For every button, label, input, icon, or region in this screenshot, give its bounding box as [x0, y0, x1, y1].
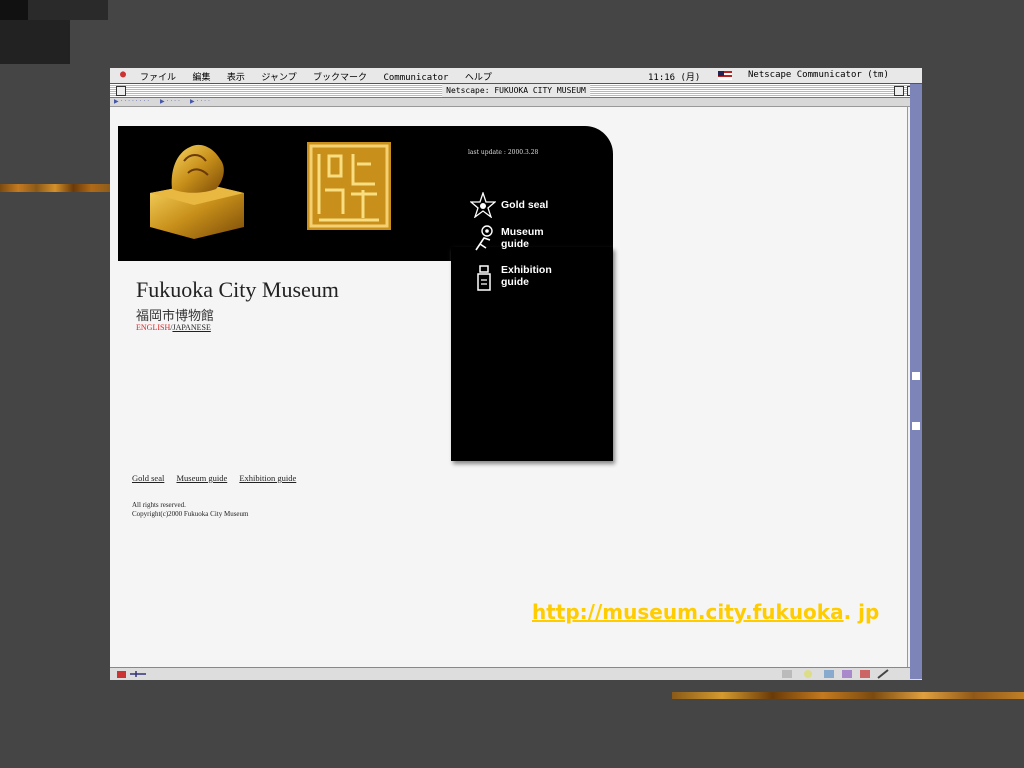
- status-bar: [110, 667, 922, 680]
- toolbar-tab-icon[interactable]: ▶ · · · · · · · ·: [114, 98, 149, 106]
- edge-marker: [912, 422, 920, 430]
- exhibition-guide-icon[interactable]: [474, 264, 494, 292]
- footer-link-exhibition-guide[interactable]: Exhibition guide: [239, 473, 296, 483]
- menu-item-edit[interactable]: 編集: [192, 73, 210, 83]
- site-title-japanese: 福岡市博物館: [136, 309, 215, 324]
- menu-item-go[interactable]: ジャンプ: [261, 73, 296, 83]
- nav-museum-guide[interactable]: Museum guide: [501, 226, 544, 250]
- rights-text: All rights reserved.: [132, 501, 186, 509]
- gold-seal-icon[interactable]: [470, 192, 496, 218]
- toolbar-tab-icon[interactable]: ▶ · · · ·: [160, 98, 180, 106]
- component-bar-icons[interactable]: [780, 669, 910, 679]
- url-caption: http://museum.city.fukuoka. jp: [532, 600, 879, 624]
- footer-link-gold-seal[interactable]: Gold seal: [132, 473, 164, 483]
- menu-item-communicator[interactable]: Communicator: [383, 73, 448, 83]
- zoom-box-icon[interactable]: [894, 86, 904, 96]
- footer-nav: Gold seal Museum guide Exhibition guide: [132, 473, 306, 483]
- copyright-block: All rights reserved. Copyright(c)2000 Fu…: [132, 501, 248, 519]
- menu-item-help[interactable]: ヘルプ: [465, 73, 492, 83]
- menu-item-file[interactable]: ファイル: [140, 73, 176, 83]
- apple-menu-icon[interactable]: ●: [120, 69, 126, 80]
- nav-exhibition-guide[interactable]: Exhibition guide: [501, 264, 552, 288]
- mac-screenshot: ● ファイル 編集 表示 ジャンプ ブックマーク Communicator ヘル…: [110, 68, 922, 680]
- menu-bar: ● ファイル 編集 表示 ジャンプ ブックマーク Communicator ヘル…: [110, 68, 922, 84]
- site-title: Fukuoka City Museum: [136, 277, 339, 302]
- gold-seal-image: [150, 144, 244, 239]
- menu-clock: 11:16 (月): [648, 73, 701, 83]
- seal-impression-image: [307, 142, 391, 230]
- security-lock-icon[interactable]: [116, 669, 152, 679]
- keyboard-flag-icon[interactable]: [718, 71, 732, 80]
- toolbar-tab-icon[interactable]: ▶ · · · ·: [190, 98, 210, 106]
- page-content: last update : 2000.3.28 Gold seal Museum…: [110, 107, 907, 667]
- screen-side-edge: [910, 84, 922, 679]
- collapsed-toolbar[interactable]: ▶ · · · · · · · · ▶ · · · · ▶ · · · ·: [110, 98, 922, 107]
- decorative-band: [0, 184, 110, 192]
- copyright-text: Copyright(c)2000 Fukuoka City Museum: [132, 510, 249, 518]
- slide-corner-block: [0, 0, 28, 20]
- edge-marker: [912, 372, 920, 380]
- menu-list: ファイル 編集 表示 ジャンプ ブックマーク Communicator ヘルプ: [140, 70, 503, 83]
- slide-corner-block: [28, 0, 108, 20]
- close-box-icon[interactable]: [116, 86, 126, 96]
- application-menu[interactable]: Netscape Communicator (tm): [748, 70, 889, 80]
- decorative-band: [672, 692, 1024, 699]
- language-japanese-link[interactable]: JAPANESE: [172, 323, 210, 332]
- url-suffix: . jp: [843, 600, 880, 624]
- menu-item-view[interactable]: 表示: [227, 73, 245, 83]
- window-title: Netscape: FUKUOKA CITY MUSEUM: [442, 84, 590, 97]
- language-english[interactable]: ENGLISH: [136, 323, 170, 332]
- url-link[interactable]: http://museum.city.fukuoka: [532, 600, 844, 624]
- footer-link-museum-guide[interactable]: Museum guide: [176, 473, 227, 483]
- window-title-bar[interactable]: Netscape: FUKUOKA CITY MUSEUM: [110, 84, 922, 98]
- nav-gold-seal[interactable]: Gold seal: [501, 199, 548, 211]
- museum-guide-icon[interactable]: [472, 224, 496, 252]
- slide-corner-block: [0, 20, 70, 64]
- language-switch: ENGLISH/JAPANESE: [136, 323, 211, 332]
- menu-item-bookmarks[interactable]: ブックマーク: [313, 73, 367, 83]
- last-update-text: last update : 2000.3.28: [468, 149, 539, 156]
